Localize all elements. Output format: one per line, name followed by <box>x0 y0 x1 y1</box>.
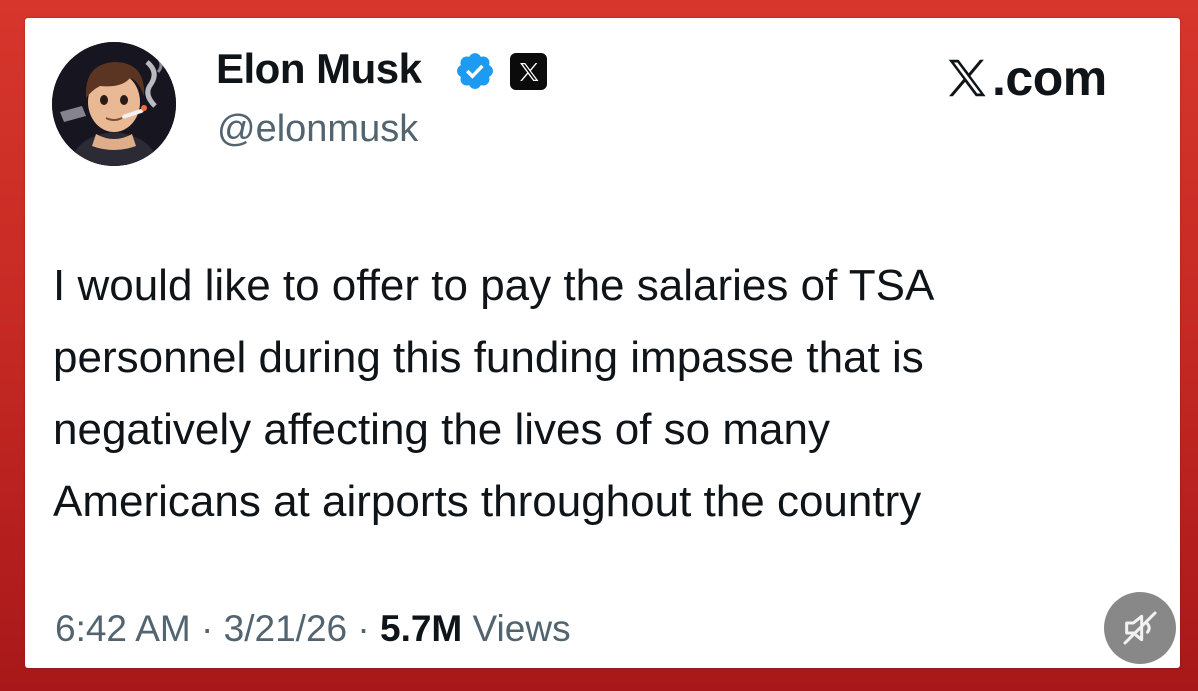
x-logo-icon <box>948 59 986 97</box>
views-count[interactable]: 5.7M <box>380 608 462 649</box>
tweet-text: I would like to offer to pay the salarie… <box>53 250 1163 538</box>
cartoon-avatar-icon <box>52 42 176 166</box>
tweet-text-line: personnel during this funding impasse th… <box>53 333 924 382</box>
brand-watermark: .com <box>944 50 1107 106</box>
verified-badge-icon <box>457 53 493 89</box>
speaker-muted-icon <box>1123 611 1157 645</box>
tweet-text-line: Americans at airports throughout the cou… <box>53 477 922 526</box>
x-mark-icon <box>519 62 538 81</box>
tweet-date[interactable]: 3/21/26 <box>224 608 347 649</box>
author-display-name[interactable]: Elon Musk <box>216 45 422 93</box>
brand-domain-text: .com <box>992 50 1107 106</box>
tweet-time[interactable]: 6:42 AM <box>55 608 191 649</box>
tweet-meta: 6:42 AM · 3/21/26 · 5.7M Views <box>55 608 571 650</box>
mute-button[interactable] <box>1104 592 1176 664</box>
tweet-text-line: I would like to offer to pay the salarie… <box>53 261 935 310</box>
x-affiliate-icon <box>510 53 547 90</box>
tweet-card: Elon Musk @elonmusk .com I would like to… <box>25 18 1180 668</box>
author-handle[interactable]: @elonmusk <box>217 108 418 151</box>
avatar[interactable] <box>52 42 176 166</box>
tweet-text-line: negatively affecting the lives of so man… <box>53 405 830 454</box>
meta-separator: · <box>347 608 380 649</box>
meta-separator: · <box>190 608 224 649</box>
views-label: Views <box>462 608 571 649</box>
